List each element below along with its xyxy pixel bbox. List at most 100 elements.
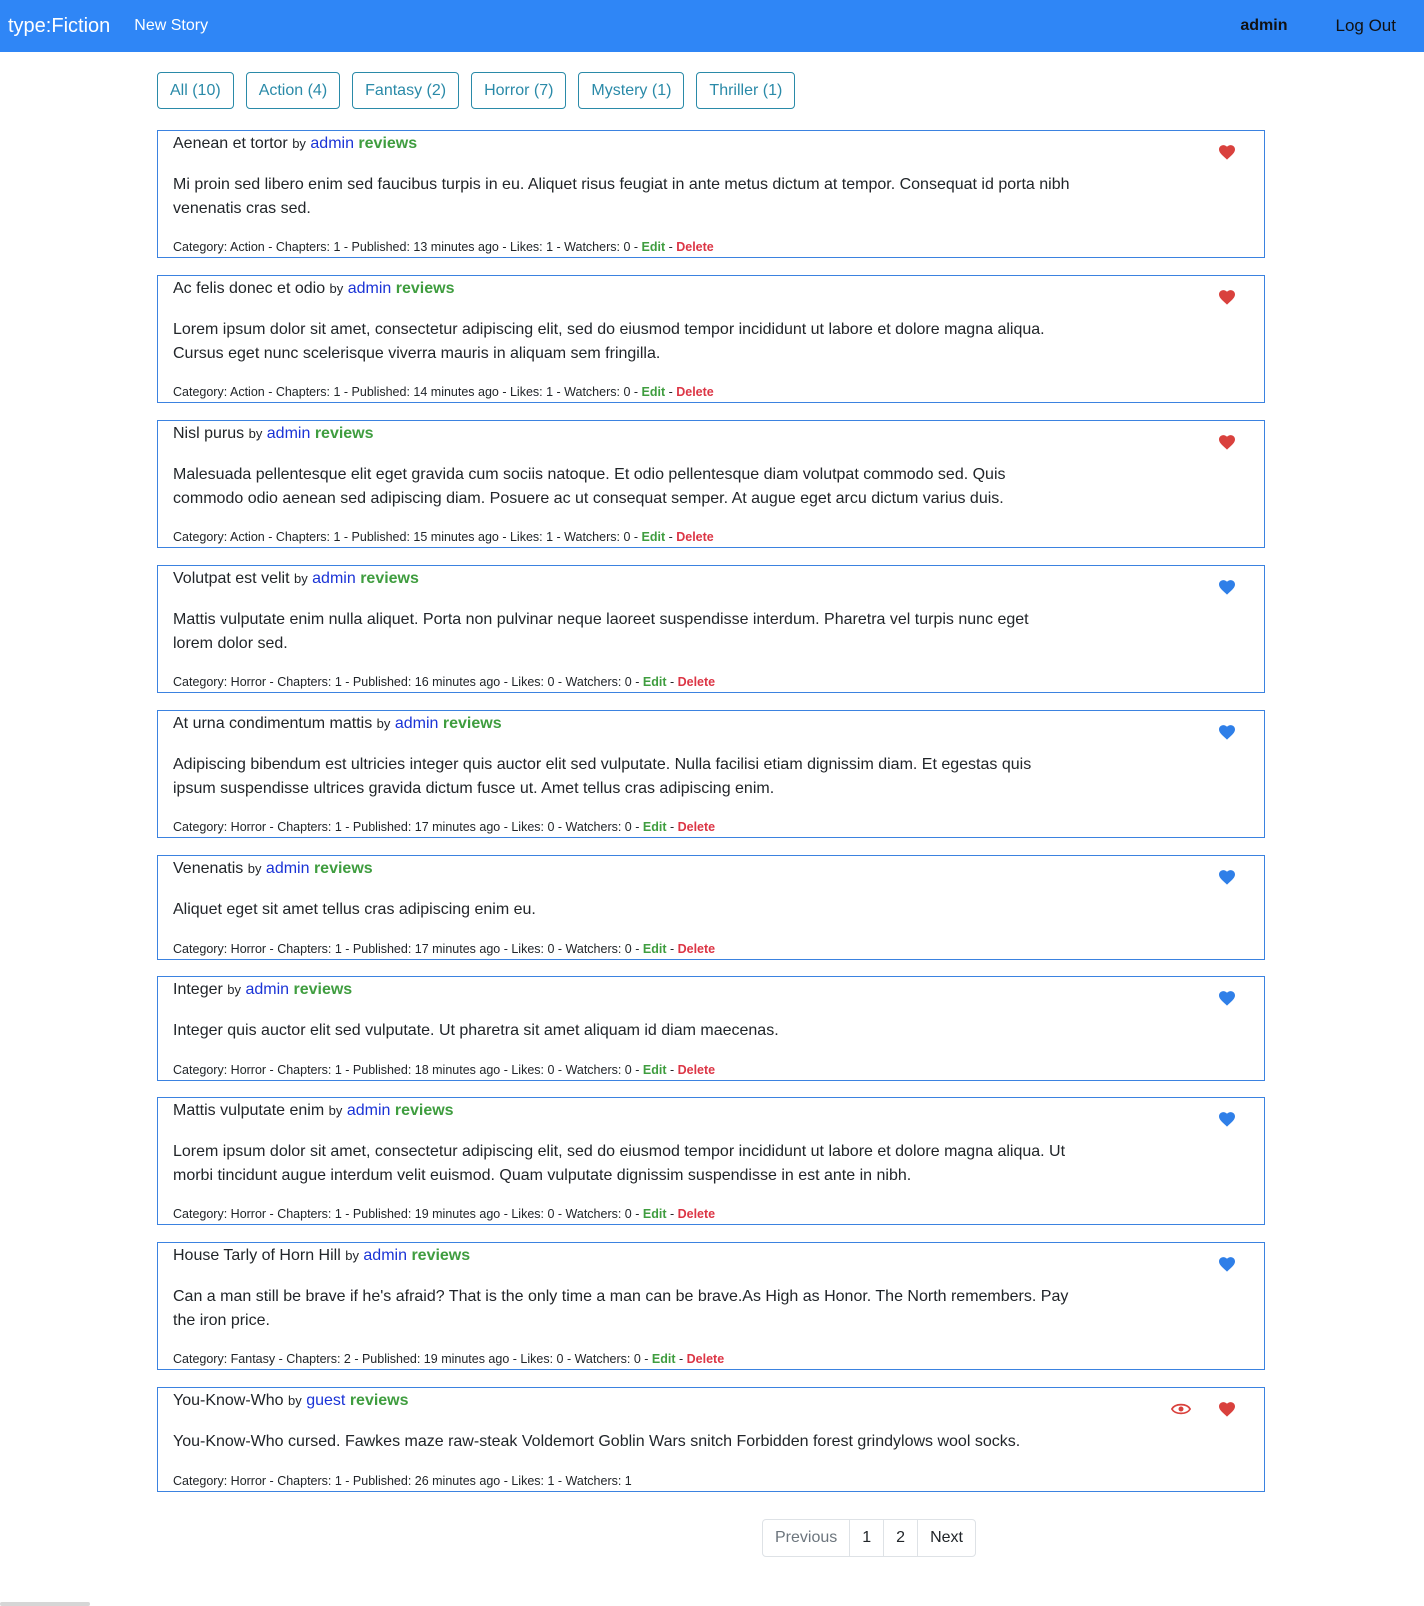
like-heart-icon[interactable]	[1218, 1256, 1236, 1272]
new-story-link[interactable]: New Story	[134, 17, 208, 35]
reviews-link[interactable]: reviews	[396, 280, 455, 297]
delete-link[interactable]: Delete	[676, 530, 714, 544]
story-header: Mattis vulputate enim by admin reviews	[173, 1102, 454, 1120]
filter-button[interactable]: Action (4)	[245, 72, 341, 109]
author-link[interactable]: admin	[395, 715, 439, 732]
story-title[interactable]: House Tarly of Horn Hill	[173, 1247, 341, 1264]
story-header: Nisl purus by admin reviews	[173, 425, 374, 443]
filter-button[interactable]: All (10)	[157, 72, 234, 109]
edit-link[interactable]: Edit	[642, 385, 666, 399]
story-title[interactable]: Volutpat est velit	[173, 570, 290, 587]
edit-link[interactable]: Edit	[642, 240, 666, 254]
author-link[interactable]: admin	[363, 1247, 407, 1264]
story-meta-text: Category: Horror - Chapters: 1 - Publish…	[173, 1063, 632, 1077]
story-meta: Category: Action - Chapters: 1 - Publish…	[173, 240, 714, 254]
story-meta-text: Category: Fantasy - Chapters: 2 - Publis…	[173, 1352, 641, 1366]
story-title[interactable]: Aenean et tortor	[173, 135, 288, 152]
by-label: by	[345, 1248, 359, 1263]
logout-link[interactable]: Log Out	[1336, 16, 1397, 36]
horizontal-scrollbar[interactable]	[0, 1602, 90, 1606]
story-card: Nisl purus by admin reviews Malesuada pe…	[157, 420, 1265, 548]
page-2-button[interactable]: 2	[883, 1520, 917, 1556]
filter-button[interactable]: Mystery (1)	[578, 72, 685, 109]
like-heart-icon[interactable]	[1218, 1401, 1236, 1417]
brand-link[interactable]: type:Fiction	[8, 15, 110, 38]
delete-link[interactable]: Delete	[687, 1352, 725, 1366]
story-card: House Tarly of Horn Hill by admin review…	[157, 1242, 1265, 1370]
story-title[interactable]: Venenatis	[173, 860, 243, 877]
filter-button[interactable]: Thriller (1)	[696, 72, 796, 109]
pagination: Previous 1 2 Next	[762, 1519, 976, 1557]
story-meta: Category: Horror - Chapters: 1 - Publish…	[173, 675, 716, 689]
story-title[interactable]: Nisl purus	[173, 425, 244, 442]
delete-link[interactable]: Delete	[676, 240, 714, 254]
like-heart-icon[interactable]	[1218, 869, 1236, 885]
story-meta: Category: Horror - Chapters: 1 - Publish…	[173, 1207, 716, 1221]
reviews-link[interactable]: reviews	[358, 135, 417, 152]
delete-link[interactable]: Delete	[678, 942, 716, 956]
edit-link[interactable]: Edit	[643, 675, 667, 689]
edit-link[interactable]: Edit	[643, 1063, 667, 1077]
top-navbar: type:Fiction New Story admin Log Out	[0, 0, 1424, 52]
like-heart-icon[interactable]	[1218, 579, 1236, 595]
author-link[interactable]: admin	[347, 1102, 391, 1119]
by-label: by	[293, 571, 308, 586]
author-link[interactable]: admin	[312, 570, 356, 587]
story-header: Volutpat est velit by admin reviews	[173, 570, 419, 588]
watch-eye-icon[interactable]	[1170, 1401, 1192, 1417]
story-title[interactable]: Mattis vulputate enim	[173, 1102, 324, 1119]
like-heart-icon[interactable]	[1218, 990, 1236, 1006]
delete-link[interactable]: Delete	[678, 820, 716, 834]
delete-link[interactable]: Delete	[676, 385, 714, 399]
reviews-link[interactable]: reviews	[314, 860, 373, 877]
story-title[interactable]: Ac felis donec et odio	[173, 280, 325, 297]
next-page-button[interactable]: Next	[917, 1520, 975, 1556]
story-meta: Category: Horror - Chapters: 1 - Publish…	[173, 1063, 716, 1077]
story-header: Ac felis donec et odio by admin reviews	[173, 280, 454, 298]
page-1-button[interactable]: 1	[849, 1520, 883, 1556]
edit-link[interactable]: Edit	[652, 1352, 676, 1366]
reviews-link[interactable]: reviews	[443, 715, 502, 732]
edit-link[interactable]: Edit	[642, 530, 666, 544]
author-link[interactable]: admin	[245, 981, 289, 998]
delete-link[interactable]: Delete	[678, 675, 716, 689]
story-description: Lorem ipsum dolor sit amet, consectetur …	[173, 1143, 1066, 1184]
reviews-link[interactable]: reviews	[395, 1102, 454, 1119]
reviews-link[interactable]: reviews	[293, 981, 352, 998]
filter-button[interactable]: Horror (7)	[471, 72, 567, 109]
category-filters: All (10) Action (4) Fantasy (2) Horror (7) M…	[157, 72, 807, 109]
edit-link[interactable]: Edit	[643, 942, 667, 956]
story-card: At urna condimentum mattis by admin revi…	[157, 710, 1265, 838]
edit-link[interactable]: Edit	[643, 1207, 667, 1221]
story-description: Lorem ipsum dolor sit amet, consectetur …	[173, 321, 1045, 362]
like-heart-icon[interactable]	[1218, 289, 1236, 305]
like-heart-icon[interactable]	[1218, 724, 1236, 740]
like-heart-icon[interactable]	[1218, 144, 1236, 160]
delete-link[interactable]: Delete	[678, 1063, 716, 1077]
author-link[interactable]: guest	[306, 1392, 345, 1409]
story-title[interactable]: At urna condimentum mattis	[173, 715, 372, 732]
author-link[interactable]: admin	[266, 860, 310, 877]
filter-button[interactable]: Fantasy (2)	[352, 72, 460, 109]
reviews-link[interactable]: reviews	[350, 1392, 409, 1409]
like-heart-icon[interactable]	[1218, 1111, 1236, 1127]
story-header: You-Know-Who by guest reviews	[173, 1392, 409, 1410]
current-user: admin	[1240, 17, 1288, 34]
reviews-link[interactable]: reviews	[315, 425, 374, 442]
story-title[interactable]: You-Know-Who	[173, 1392, 284, 1409]
reviews-link[interactable]: reviews	[360, 570, 419, 587]
story-header: House Tarly of Horn Hill by admin review…	[173, 1247, 470, 1265]
reviews-link[interactable]: reviews	[411, 1247, 470, 1264]
story-title[interactable]: Integer	[173, 981, 223, 998]
previous-page-button[interactable]: Previous	[763, 1520, 849, 1556]
story-meta-text: Category: Action - Chapters: 1 - Publish…	[173, 240, 631, 254]
author-link[interactable]: admin	[310, 135, 354, 152]
by-label: by	[328, 1103, 343, 1118]
delete-link[interactable]: Delete	[678, 1207, 716, 1221]
story-meta: Category: Fantasy - Chapters: 2 - Publis…	[173, 1352, 725, 1366]
author-link[interactable]: admin	[267, 425, 311, 442]
like-heart-icon[interactable]	[1218, 434, 1236, 450]
author-link[interactable]: admin	[348, 280, 392, 297]
edit-link[interactable]: Edit	[643, 820, 667, 834]
by-label: by	[227, 982, 241, 997]
